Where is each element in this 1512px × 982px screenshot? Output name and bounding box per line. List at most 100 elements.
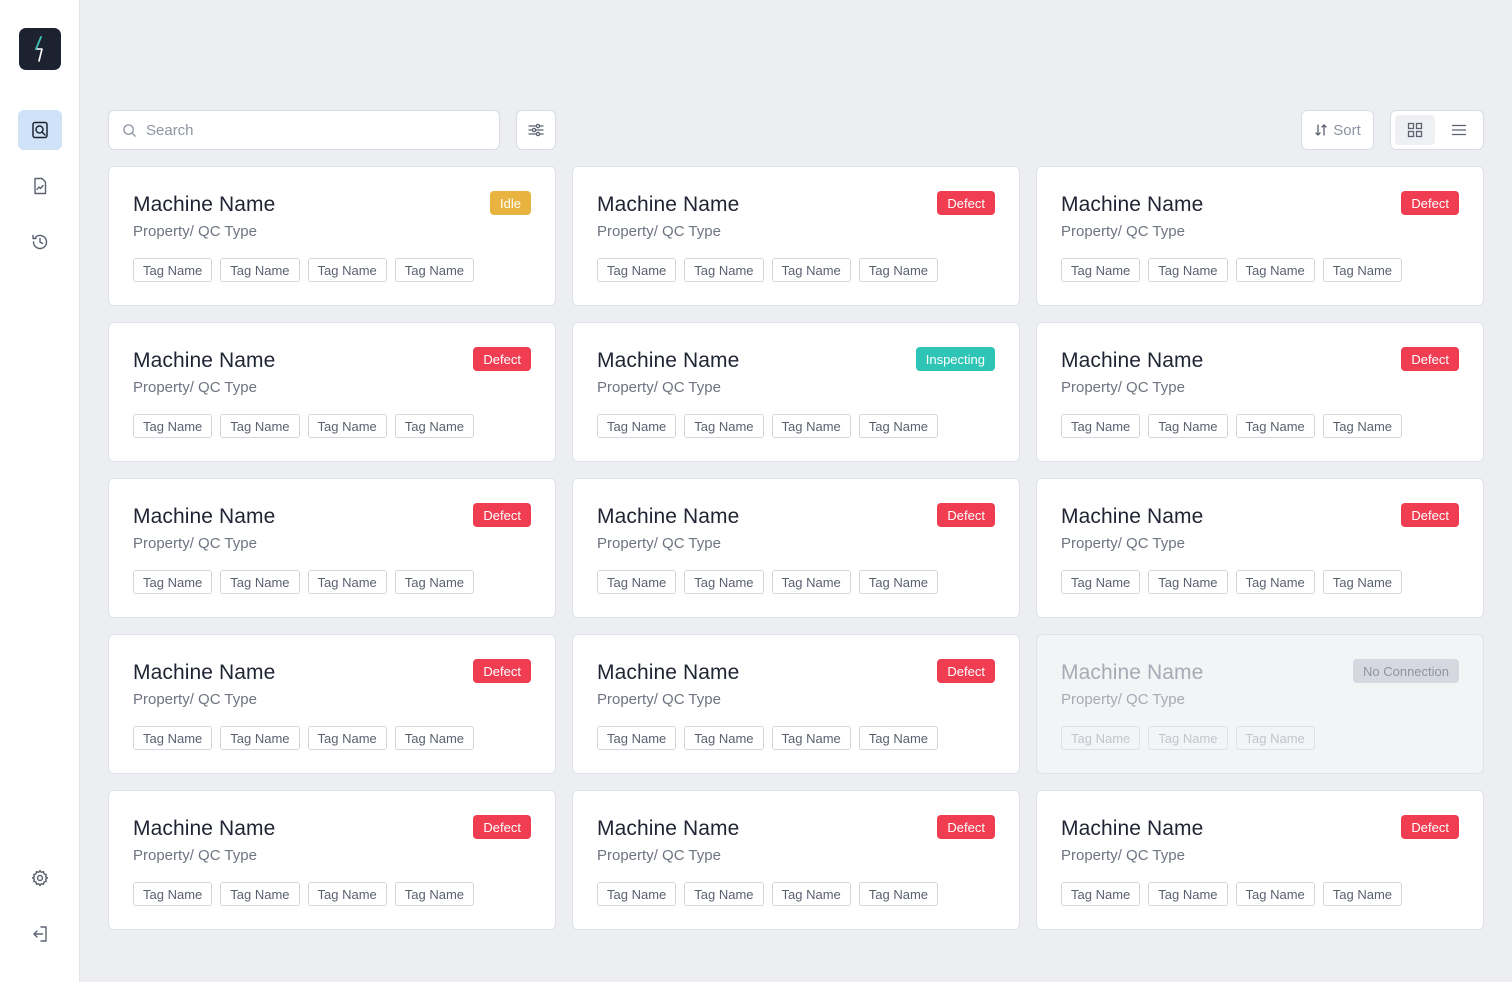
tag-chip[interactable]: Tag Name [858,414,938,438]
machine-card[interactable]: Machine Name Property/ QC Type Defect Tag N… [572,166,1020,306]
machine-card[interactable]: Machine Name Property/ QC Type Defect Tag N… [572,634,1020,774]
machine-card[interactable]: Machine Name Property/ QC Type Defect Tag N… [108,322,556,462]
tag-chip[interactable]: Tag Name [1148,570,1228,594]
tag-chip[interactable]: Tag Name [220,726,300,750]
status-badge: Idle [490,191,531,215]
tag-chip[interactable]: Tag Name [858,258,938,282]
search-document-icon [32,121,48,139]
app-logo[interactable] [19,28,61,70]
tag-chip[interactable]: Tag Name [133,726,213,750]
tag-chip[interactable]: Tag Name [684,570,764,594]
nav-reports-button[interactable] [18,166,62,206]
tag-chip[interactable]: Tag Name [858,570,938,594]
tag-chip[interactable]: Tag Name [133,882,213,906]
tag-chip[interactable]: Tag Name [1148,414,1228,438]
tag-chip[interactable]: Tag Name [771,726,851,750]
status-badge: Defect [473,347,531,371]
machine-card[interactable]: Machine Name Property/ QC Type Idle Tag Nam… [108,166,556,306]
machine-property: Property/ QC Type [597,847,721,864]
machine-card[interactable]: Machine Name Property/ QC Type Defect Tag N… [572,478,1020,618]
grid-view-button[interactable] [1395,115,1435,145]
tag-chip[interactable]: Tag Name [307,570,387,594]
tag-chip[interactable]: Tag Name [684,414,764,438]
machine-card[interactable]: Machine Name Property/ QC Type Defect Tag N… [572,790,1020,930]
tag-chip[interactable]: Tag Name [1235,882,1315,906]
tag-chip[interactable]: Tag Name [394,258,474,282]
tag-chip[interactable]: Tag Name [1148,258,1228,282]
tag-list: Tag Name Tag Name Tag Name Tag Name [1061,258,1459,282]
machine-card[interactable]: Machine Name Property/ QC Type Inspecting T… [572,322,1020,462]
machine-card[interactable]: Machine Name Property/ QC Type Defect Tag N… [108,478,556,618]
tag-chip[interactable]: Tag Name [1061,882,1141,906]
tag-chip[interactable]: Tag Name [1061,258,1141,282]
tag-chip[interactable]: Tag Name [858,882,938,906]
tag-chip[interactable]: Tag Name [597,882,677,906]
filter-button[interactable] [516,110,556,150]
tag-chip[interactable]: Tag Name [684,882,764,906]
tag-chip[interactable]: Tag Name [1061,414,1141,438]
tag-chip[interactable]: Tag Name [133,258,213,282]
tag-chip[interactable]: Tag Name [220,414,300,438]
nav-logout-button[interactable] [18,914,62,954]
nav-settings-button[interactable] [18,858,62,898]
tag-chip[interactable]: Tag Name [1235,726,1315,750]
tag-chip[interactable]: Tag Name [597,570,677,594]
tag-chip[interactable]: Tag Name [684,258,764,282]
tag-chip[interactable]: Tag Name [133,570,213,594]
tag-chip[interactable]: Tag Name [220,570,300,594]
machine-card[interactable]: Machine Name Property/ QC Type No Connecti… [1036,634,1484,774]
tag-chip[interactable]: Tag Name [1322,882,1402,906]
machine-card[interactable]: Machine Name Property/ QC Type Defect Tag N… [108,790,556,930]
search-box[interactable] [108,110,500,150]
machine-card[interactable]: Machine Name Property/ QC Type Defect Tag N… [108,634,556,774]
tag-chip[interactable]: Tag Name [394,570,474,594]
machine-card[interactable]: Machine Name Property/ QC Type Defect Tag N… [1036,478,1484,618]
nav-history-button[interactable] [18,222,62,262]
tag-chip[interactable]: Tag Name [1322,258,1402,282]
list-view-button[interactable] [1439,115,1479,145]
view-toggle [1390,110,1484,150]
tag-chip[interactable]: Tag Name [771,882,851,906]
search-input[interactable] [146,121,476,139]
tag-chip[interactable]: Tag Name [394,882,474,906]
tag-chip[interactable]: Tag Name [1061,726,1141,750]
tag-chip[interactable]: Tag Name [1322,414,1402,438]
tag-chip[interactable]: Tag Name [220,882,300,906]
tag-chip[interactable]: Tag Name [597,726,677,750]
machine-card[interactable]: Machine Name Property/ QC Type Defect Tag N… [1036,166,1484,306]
tag-chip[interactable]: Tag Name [1322,570,1402,594]
sliders-icon [528,123,544,137]
tag-chip[interactable]: Tag Name [220,258,300,282]
tag-chip[interactable]: Tag Name [1061,570,1141,594]
lightning-icon [35,36,43,62]
tag-chip[interactable]: Tag Name [597,258,677,282]
history-icon [32,234,48,250]
machine-property: Property/ QC Type [133,847,257,864]
tag-chip[interactable]: Tag Name [133,414,213,438]
tag-chip[interactable]: Tag Name [771,570,851,594]
machine-property: Property/ QC Type [597,379,721,396]
tag-chip[interactable]: Tag Name [684,726,764,750]
tag-chip[interactable]: Tag Name [597,414,677,438]
tag-chip[interactable]: Tag Name [1148,882,1228,906]
tag-chip[interactable]: Tag Name [771,258,851,282]
machine-card[interactable]: Machine Name Property/ QC Type Defect Tag N… [1036,322,1484,462]
tag-chip[interactable]: Tag Name [1235,414,1315,438]
tag-list: Tag Name Tag Name Tag Name Tag Name [1061,882,1459,906]
tag-chip[interactable]: Tag Name [307,258,387,282]
nav-inspect-button[interactable] [18,110,62,150]
sort-button[interactable]: Sort [1301,110,1374,150]
tag-chip[interactable]: Tag Name [307,414,387,438]
tag-chip[interactable]: Tag Name [307,882,387,906]
tag-list: Tag Name Tag Name Tag Name Tag Name [597,882,995,906]
machine-card[interactable]: Machine Name Property/ QC Type Defect Tag N… [1036,790,1484,930]
status-badge: Defect [473,815,531,839]
tag-chip[interactable]: Tag Name [394,414,474,438]
tag-chip[interactable]: Tag Name [1148,726,1228,750]
tag-chip[interactable]: Tag Name [1235,570,1315,594]
tag-chip[interactable]: Tag Name [307,726,387,750]
tag-chip[interactable]: Tag Name [858,726,938,750]
tag-chip[interactable]: Tag Name [1235,258,1315,282]
tag-chip[interactable]: Tag Name [394,726,474,750]
tag-chip[interactable]: Tag Name [771,414,851,438]
